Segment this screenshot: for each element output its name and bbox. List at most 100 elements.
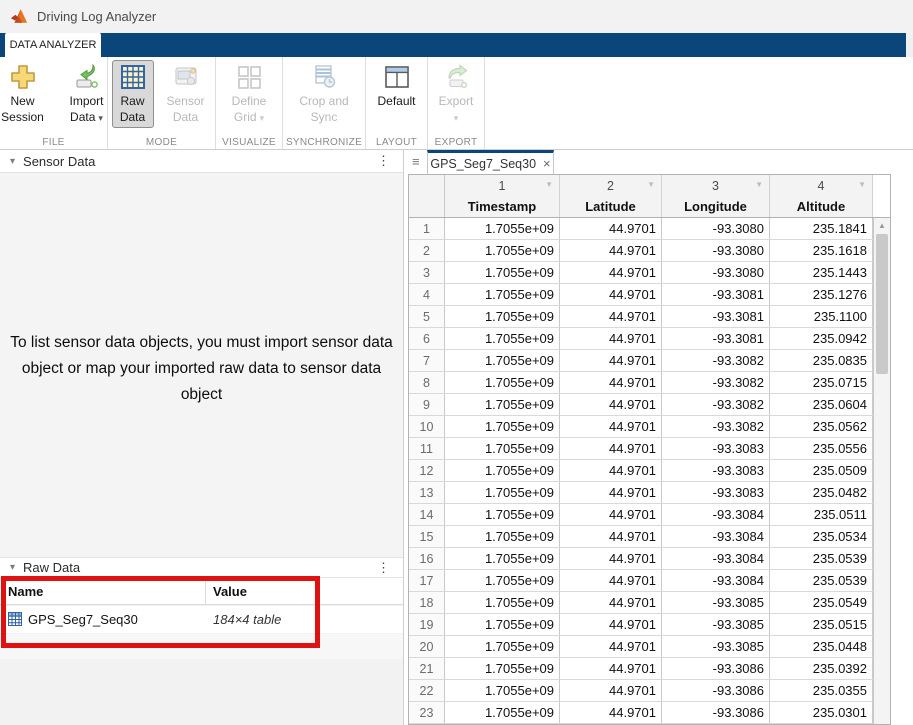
data-cell[interactable]: 235.0448 — [770, 636, 873, 657]
panel-splitter[interactable] — [403, 150, 404, 725]
data-cell[interactable]: 235.0556 — [770, 438, 873, 459]
column-dropdown-icon[interactable] — [755, 180, 763, 189]
data-cell[interactable]: 235.1841 — [770, 218, 873, 239]
data-cell[interactable]: -93.3085 — [662, 614, 770, 635]
data-cell[interactable]: 235.0392 — [770, 658, 873, 679]
data-cell[interactable]: -93.3083 — [662, 438, 770, 459]
row-number-cell[interactable]: 3 — [409, 262, 445, 283]
data-cell[interactable]: 235.0301 — [770, 702, 873, 723]
data-cell[interactable]: -93.3086 — [662, 658, 770, 679]
row-number-cell[interactable]: 23 — [409, 702, 445, 723]
data-cell[interactable]: 1.7055e+09 — [445, 416, 560, 437]
default-layout-button[interactable]: Default — [373, 60, 419, 112]
data-cell[interactable]: 1.7055e+09 — [445, 504, 560, 525]
scroll-up-icon[interactable] — [878, 221, 886, 230]
data-cell[interactable]: 44.9701 — [560, 526, 662, 547]
data-cell[interactable]: 1.7055e+09 — [445, 482, 560, 503]
data-cell[interactable]: 1.7055e+09 — [445, 658, 560, 679]
column-header-altitude[interactable]: Altitude — [770, 196, 873, 217]
data-cell[interactable]: -93.3081 — [662, 306, 770, 327]
row-number-cell[interactable]: 14 — [409, 504, 445, 525]
row-number-cell[interactable]: 19 — [409, 614, 445, 635]
define-grid-button[interactable]: Define Grid — [223, 60, 275, 129]
data-cell[interactable]: 235.0942 — [770, 328, 873, 349]
tab-list-icon[interactable] — [412, 154, 420, 169]
data-cell[interactable]: 1.7055e+09 — [445, 350, 560, 371]
data-cell[interactable]: 1.7055e+09 — [445, 526, 560, 547]
data-cell[interactable]: 44.9701 — [560, 350, 662, 371]
data-cell[interactable]: -93.3084 — [662, 548, 770, 569]
data-cell[interactable]: 1.7055e+09 — [445, 614, 560, 635]
crop-and-sync-button[interactable]: Crop and Sync — [291, 60, 357, 128]
data-cell[interactable]: -93.3082 — [662, 372, 770, 393]
row-number-cell[interactable]: 17 — [409, 570, 445, 591]
close-tab-icon[interactable]: × — [543, 156, 551, 171]
data-cell[interactable]: -93.3082 — [662, 350, 770, 371]
data-cell[interactable]: 235.0539 — [770, 570, 873, 591]
data-cell[interactable]: -93.3082 — [662, 416, 770, 437]
data-cell[interactable]: 235.0509 — [770, 460, 873, 481]
data-cell[interactable]: 44.9701 — [560, 416, 662, 437]
data-cell[interactable]: 44.9701 — [560, 328, 662, 349]
row-number-cell[interactable]: 12 — [409, 460, 445, 481]
row-number-cell[interactable]: 1 — [409, 218, 445, 239]
data-cell[interactable]: 44.9701 — [560, 306, 662, 327]
data-cell[interactable]: 1.7055e+09 — [445, 218, 560, 239]
raw-data-button[interactable]: Raw Data — [112, 60, 154, 128]
scrollbar-thumb[interactable] — [876, 234, 888, 374]
tab-data-analyzer[interactable]: DATA ANALYZER — [5, 33, 101, 57]
row-number-cell[interactable]: 16 — [409, 548, 445, 569]
data-cell[interactable]: 1.7055e+09 — [445, 592, 560, 613]
row-number-cell[interactable]: 9 — [409, 394, 445, 415]
row-number-cell[interactable]: 18 — [409, 592, 445, 613]
data-cell[interactable]: -93.3081 — [662, 284, 770, 305]
data-cell[interactable]: -93.3085 — [662, 636, 770, 657]
data-cell[interactable]: 1.7055e+09 — [445, 548, 560, 569]
data-cell[interactable]: 1.7055e+09 — [445, 306, 560, 327]
data-cell[interactable]: 235.0355 — [770, 680, 873, 701]
column-dropdown-icon[interactable] — [647, 180, 655, 189]
data-cell[interactable]: 44.9701 — [560, 284, 662, 305]
kebab-menu-icon[interactable] — [377, 153, 390, 169]
data-cell[interactable]: 44.9701 — [560, 394, 662, 415]
data-cell[interactable]: -93.3086 — [662, 680, 770, 701]
row-number-cell[interactable]: 15 — [409, 526, 445, 547]
data-cell[interactable]: 1.7055e+09 — [445, 636, 560, 657]
column-header-number[interactable]: 4 — [770, 175, 873, 196]
data-cell[interactable]: 235.1100 — [770, 306, 873, 327]
data-cell[interactable]: 44.9701 — [560, 614, 662, 635]
column-header-number[interactable]: 2 — [560, 175, 662, 196]
data-cell[interactable]: -93.3084 — [662, 570, 770, 591]
data-cell[interactable]: 44.9701 — [560, 570, 662, 591]
raw-data-row[interactable]: GPS_Seg7_Seq30 184×4 table — [0, 606, 403, 633]
data-cell[interactable]: 235.0835 — [770, 350, 873, 371]
data-cell[interactable]: 44.9701 — [560, 592, 662, 613]
row-number-cell[interactable]: 2 — [409, 240, 445, 261]
data-cell[interactable]: -93.3083 — [662, 482, 770, 503]
data-cell[interactable]: -93.3086 — [662, 702, 770, 723]
column-header-number[interactable]: 1 — [445, 175, 560, 196]
export-button[interactable]: Export — [435, 60, 478, 124]
data-cell[interactable]: 1.7055e+09 — [445, 680, 560, 701]
data-cell[interactable]: -93.3080 — [662, 240, 770, 261]
data-cell[interactable]: 44.9701 — [560, 240, 662, 261]
kebab-menu-icon[interactable] — [377, 560, 390, 576]
data-cell[interactable]: -93.3084 — [662, 526, 770, 547]
data-cell[interactable]: 1.7055e+09 — [445, 328, 560, 349]
data-cell[interactable]: 235.1618 — [770, 240, 873, 261]
data-cell[interactable]: 235.0482 — [770, 482, 873, 503]
data-cell[interactable]: 1.7055e+09 — [445, 394, 560, 415]
collapse-caret-icon[interactable] — [10, 156, 15, 167]
new-session-button[interactable]: New Session — [0, 60, 53, 129]
data-cell[interactable]: 44.9701 — [560, 460, 662, 481]
data-cell[interactable]: 235.0511 — [770, 504, 873, 525]
data-cell[interactable]: 44.9701 — [560, 372, 662, 393]
data-cell[interactable]: 44.9701 — [560, 702, 662, 723]
row-number-cell[interactable]: 7 — [409, 350, 445, 371]
data-cell[interactable]: 235.1443 — [770, 262, 873, 283]
data-cell[interactable]: 235.0604 — [770, 394, 873, 415]
row-number-cell[interactable]: 11 — [409, 438, 445, 459]
data-cell[interactable]: 235.0549 — [770, 592, 873, 613]
data-cell[interactable]: 235.0539 — [770, 548, 873, 569]
data-cell[interactable]: 44.9701 — [560, 680, 662, 701]
